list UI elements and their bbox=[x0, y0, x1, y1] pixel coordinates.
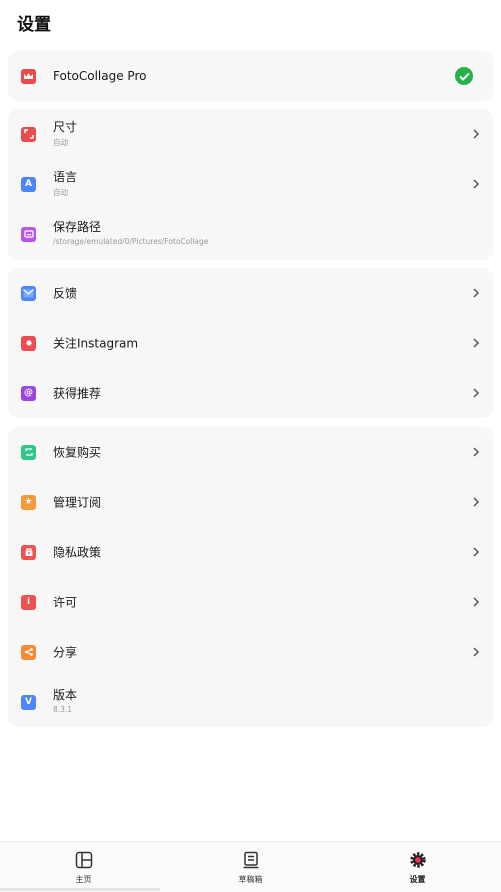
privacy-icon bbox=[21, 544, 36, 560]
language-value: 自动 bbox=[53, 188, 68, 197]
crown-icon bbox=[21, 68, 36, 84]
tab-home[interactable]: 主页 bbox=[0, 842, 167, 892]
setting-restore-purchase[interactable]: 恢复购买 bbox=[8, 427, 493, 477]
setting-language[interactable]: A 语言 自动 bbox=[8, 159, 493, 209]
setting-license[interactable]: i 许可 bbox=[8, 577, 493, 627]
chevron-right-icon bbox=[473, 647, 480, 657]
language-title: 语言 bbox=[53, 170, 78, 184]
setting-size[interactable]: 尺寸 自动 bbox=[8, 109, 493, 159]
tab-settings-label: 设置 bbox=[409, 875, 426, 884]
chevron-right-icon bbox=[473, 447, 480, 457]
chevron-right-icon bbox=[473, 288, 480, 298]
home-collage-icon bbox=[75, 851, 92, 869]
instagram-icon bbox=[21, 335, 36, 351]
general-settings-card: 尺寸 自动 A 语言 自动 保存路径 /storage/emulated/0/P… bbox=[8, 109, 493, 260]
share-icon bbox=[21, 644, 36, 660]
tab-settings[interactable]: 设置 bbox=[334, 842, 501, 892]
page-title: 设置 bbox=[17, 15, 51, 35]
size-value: 自动 bbox=[53, 138, 68, 147]
size-title: 尺寸 bbox=[53, 120, 78, 134]
pro-label: FotoCollage Pro bbox=[53, 69, 147, 83]
instagram-title: 关注Instagram bbox=[53, 336, 139, 351]
tab-drafts-label: 草稿箱 bbox=[238, 875, 263, 884]
language-icon: A bbox=[21, 176, 36, 192]
version-icon: V bbox=[21, 694, 36, 710]
setting-save-path[interactable]: 保存路径 /storage/emulated/0/Pictures/FotoCo… bbox=[8, 209, 493, 259]
mail-icon bbox=[21, 285, 36, 301]
setting-manage-subscription[interactable]: ★ 管理订阅 bbox=[8, 477, 493, 527]
community-card: 反馈 关注Instagram @ 获得推荐 bbox=[8, 268, 493, 418]
chevron-right-icon bbox=[473, 179, 480, 189]
chevron-right-icon bbox=[473, 388, 480, 398]
settings-gear-icon bbox=[409, 852, 426, 868]
setting-recommend[interactable]: @ 获得推荐 bbox=[8, 368, 493, 418]
pro-card[interactable]: FotoCollage Pro bbox=[8, 51, 493, 101]
chevron-right-icon bbox=[473, 497, 480, 507]
save-path-value: /storage/emulated/0/Pictures/FotoCollage bbox=[53, 237, 209, 246]
chevron-right-icon bbox=[473, 129, 480, 139]
drafts-icon bbox=[243, 851, 258, 869]
version-title: 版本 bbox=[53, 688, 78, 702]
setting-instagram[interactable]: 关注Instagram bbox=[8, 318, 493, 368]
setting-version: V 版本 8.3.1 bbox=[8, 677, 493, 727]
tab-drafts[interactable]: 草稿箱 bbox=[167, 842, 334, 892]
recommend-icon: @ bbox=[21, 385, 36, 401]
save-path-title: 保存路径 bbox=[53, 220, 102, 234]
chevron-right-icon bbox=[473, 547, 480, 557]
bottom-tab-bar: 主页 草稿箱 设置 bbox=[0, 841, 501, 892]
license-icon: i bbox=[21, 594, 36, 610]
feedback-title: 反馈 bbox=[53, 286, 78, 301]
pro-row[interactable]: FotoCollage Pro bbox=[8, 51, 493, 101]
restore-icon bbox=[21, 444, 36, 460]
setting-privacy-policy[interactable]: 隐私政策 bbox=[8, 527, 493, 577]
chevron-right-icon bbox=[473, 338, 480, 348]
setting-share[interactable]: 分享 bbox=[8, 627, 493, 677]
about-card: 恢复购买 ★ 管理订阅 隐私政策 i 许可 分享 V 版本 8.3.1 bbox=[8, 427, 493, 727]
manage-subscription-title: 管理订阅 bbox=[53, 495, 102, 510]
folder-icon bbox=[21, 226, 36, 242]
recommend-title: 获得推荐 bbox=[53, 386, 102, 401]
subscription-icon: ★ bbox=[21, 494, 36, 510]
resize-icon bbox=[21, 126, 36, 142]
license-title: 许可 bbox=[53, 595, 78, 610]
version-value: 8.3.1 bbox=[53, 705, 73, 714]
check-circle-icon bbox=[455, 67, 473, 85]
share-title: 分享 bbox=[53, 645, 78, 660]
chevron-right-icon bbox=[473, 597, 480, 607]
setting-feedback[interactable]: 反馈 bbox=[8, 268, 493, 318]
tab-home-label: 主页 bbox=[75, 875, 92, 884]
privacy-policy-title: 隐私政策 bbox=[53, 545, 102, 560]
restore-purchase-title: 恢复购买 bbox=[53, 445, 102, 460]
